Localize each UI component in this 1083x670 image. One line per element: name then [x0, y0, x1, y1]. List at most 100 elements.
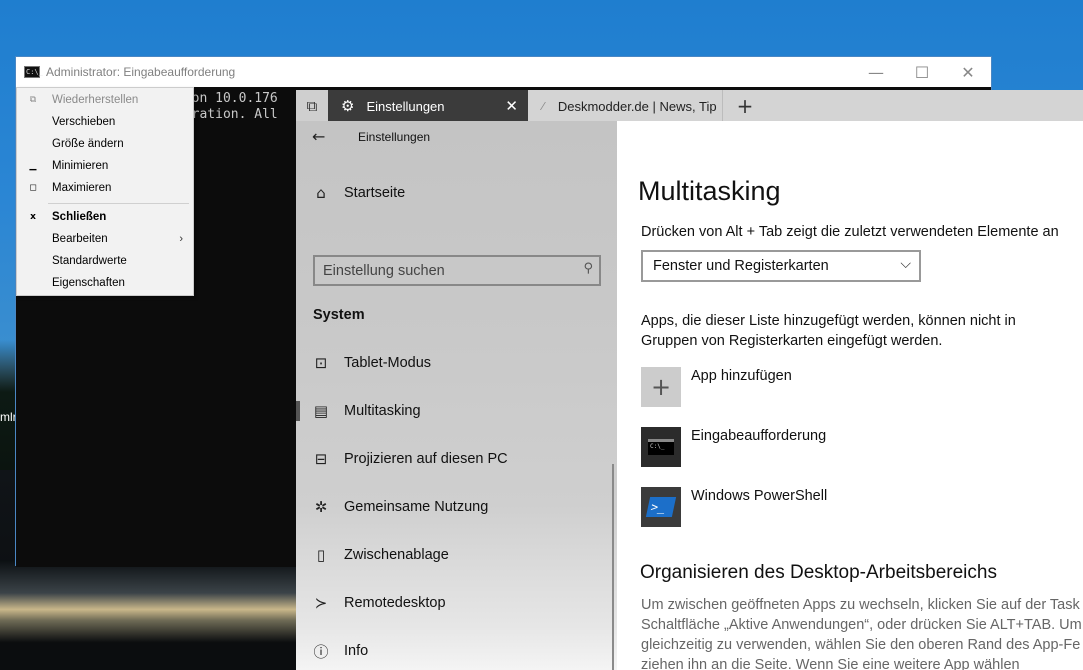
sidebar-item-home[interactable]: ⌂ Startseite	[296, 173, 617, 213]
menu-item-defaults[interactable]: Standardwerte	[17, 250, 193, 272]
remote-desktop-icon: ≻	[314, 594, 328, 612]
share-icon: ✲	[314, 498, 328, 516]
cmd-window-title: Administrator: Eingabeaufforderung	[46, 65, 236, 79]
plus-icon: +	[641, 367, 681, 407]
cmd-titlebar[interactable]: C:\_ Administrator: Eingabeaufforderung …	[16, 57, 991, 87]
clipboard-icon: ▯	[316, 546, 326, 564]
alt-tab-setting-label: Drücken von Alt + Tab zeigt die zuletzt …	[641, 224, 1059, 240]
sidebar-item-label: Gemeinsame Nutzung	[344, 499, 489, 515]
menu-item-label: Standardwerte	[52, 255, 127, 267]
menu-item-label: Maximieren	[52, 182, 112, 194]
sidebar-item-label: Multitasking	[344, 403, 421, 419]
menu-item-move[interactable]: Verschieben	[17, 111, 193, 133]
add-app-label: App hinzufügen	[691, 368, 792, 384]
description-line: Schaltfläche „Aktive Anwendungen“, oder …	[641, 617, 1082, 633]
sidebar-item-label: Remotedesktop	[344, 595, 446, 611]
menu-item-label: Wiederherstellen	[52, 94, 139, 106]
menu-item-label: Verschieben	[52, 116, 116, 128]
sidebar-item-tablet-mode[interactable]: ⊡ Tablet-Modus	[296, 343, 617, 383]
tab-bar: ⧉ ⚙ Einstellungen ✕ ⁄ Deskmodder.de | Ne…	[296, 90, 1083, 122]
app-label: Eingabeaufforderung	[691, 428, 827, 444]
sidebar-item-projecting[interactable]: ⊟ Projizieren auf diesen PC	[296, 439, 617, 479]
sidebar-item-label: Tablet-Modus	[344, 355, 432, 371]
info-icon: ⓘ	[313, 642, 329, 661]
set-aside-icon: ⧉	[306, 97, 318, 115]
sidebar-item-shared-experiences[interactable]: ✲ Gemeinsame Nutzung	[296, 487, 617, 527]
menu-item-label: Bearbeiten	[52, 233, 108, 245]
close-button[interactable]: ✕	[945, 57, 991, 87]
apps-list-description: Apps, die dieser Liste hinzugefügt werde…	[641, 313, 1016, 349]
sidebar-item-label: Zwischenablage	[344, 547, 449, 563]
description-line: gleichzeitig zu verwenden, wählen Sie de…	[641, 637, 1081, 653]
tablet-icon: ⊡	[314, 354, 328, 372]
new-tab-button[interactable]: +	[729, 90, 761, 122]
chevron-down-icon: ⌵	[900, 256, 911, 272]
app-list-item-powershell[interactable]: >_ Windows PowerShell	[641, 487, 1061, 527]
projector-icon: ⊟	[314, 450, 328, 468]
close-icon: ✕	[961, 62, 975, 82]
tab-label: Einstellungen	[366, 98, 445, 114]
cmd-icon-glyph: C:\_	[648, 439, 674, 455]
back-arrow-icon[interactable]: ←	[312, 127, 325, 146]
alt-tab-dropdown[interactable]: Fenster und Registerkarten ⌵	[641, 250, 921, 282]
tab-label: Deskmodder.de | News, Tip	[557, 98, 717, 114]
page-icon: ⁄	[542, 99, 544, 113]
dropdown-value: Fenster und Registerkarten	[653, 258, 829, 274]
minimize-icon: ▁	[29, 161, 37, 171]
close-icon: x	[30, 212, 36, 222]
sidebar-app-name: Einstellungen	[358, 130, 431, 144]
menu-item-properties[interactable]: Eigenschaften	[17, 272, 193, 294]
cmd-app-icon[interactable]: C:\_	[24, 66, 43, 78]
search-icon[interactable]: ⚲	[583, 261, 593, 276]
settings-main-content: Multitasking Drücken von Alt + Tab zeigt…	[617, 121, 1083, 670]
plus-glyph: +	[650, 373, 672, 401]
tab-close-icon[interactable]: ✕	[505, 97, 518, 115]
sidebar-item-clipboard[interactable]: ▯ Zwischenablage	[296, 535, 617, 575]
powershell-icon: >_	[641, 487, 681, 527]
gear-icon: ⚙	[341, 97, 355, 115]
sidebar-section-heading: System	[313, 307, 365, 323]
menu-item-maximize[interactable]: ◻ Maximieren	[17, 177, 193, 199]
sidebar-item-remote-desktop[interactable]: ≻ Remotedesktop	[296, 583, 617, 623]
multitasking-icon: ▤	[313, 402, 329, 420]
minimize-button[interactable]: —	[853, 57, 899, 87]
search-input[interactable]	[323, 261, 573, 281]
app-list-item-cmd[interactable]: C:\_ Eingabeaufforderung	[641, 427, 1061, 467]
section-description: Um zwischen geöffneten Apps zu wechseln,…	[641, 595, 1083, 670]
description-line: ziehen ihn an die Seite. Wenn Sie eine w…	[641, 657, 1020, 670]
menu-item-minimize[interactable]: ▁ Minimieren	[17, 155, 193, 177]
menu-item-label: Minimieren	[52, 160, 109, 172]
home-icon: ⌂	[316, 184, 326, 202]
sidebar-item-multitasking[interactable]: ▤ Multitasking	[296, 391, 617, 431]
menu-item-size[interactable]: Größe ändern	[17, 133, 193, 155]
sidebar-item-label: Startseite	[344, 185, 406, 201]
maximize-button[interactable]: ☐	[899, 57, 945, 87]
description-line: Um zwischen geöffneten Apps zu wechseln,…	[641, 597, 1080, 613]
command-prompt-icon: C:\_	[641, 427, 681, 467]
system-menu: ⧉ Wiederherstellen Verschieben Größe änd…	[16, 87, 194, 296]
add-app-button[interactable]: + App hinzufügen	[641, 367, 1061, 407]
menu-item-close[interactable]: x Schließen	[17, 206, 193, 228]
settings-sidebar: ← Einstellungen ⌂ Startseite ⚲ System ⊡ …	[296, 121, 617, 670]
menu-item-restore[interactable]: ⧉ Wiederherstellen	[17, 89, 193, 111]
page-title: Multitasking	[638, 176, 781, 206]
powershell-icon-glyph: >_	[645, 497, 677, 517]
tab-deskmodder[interactable]: ⁄ Deskmodder.de | News, Tip	[529, 90, 723, 122]
sidebar-item-label: Info	[344, 643, 369, 659]
desktop-lake	[0, 560, 300, 670]
set-aside-tabs-button[interactable]: ⧉	[296, 90, 328, 122]
search-box[interactable]: ⚲	[313, 255, 601, 286]
maximize-icon: ☐	[914, 62, 930, 82]
sidebar-scrollbar[interactable]	[612, 464, 614, 670]
minimize-icon: —	[868, 62, 884, 82]
settings-window: ⧉ ⚙ Einstellungen ✕ ⁄ Deskmodder.de | Ne…	[296, 90, 1083, 670]
tab-einstellungen[interactable]: ⚙ Einstellungen ✕	[328, 90, 528, 122]
app-label: Windows PowerShell	[691, 488, 828, 504]
menu-item-label: Schließen	[52, 211, 107, 223]
restore-icon: ⧉	[29, 95, 37, 105]
menu-item-label: Größe ändern	[52, 138, 124, 150]
section-heading-desktop: Organisieren des Desktop-Arbeitsbereichs	[640, 562, 997, 583]
sidebar-item-about[interactable]: ⓘ Info	[296, 631, 617, 670]
menu-separator	[48, 203, 189, 204]
menu-item-edit[interactable]: Bearbeiten ›	[17, 228, 193, 250]
